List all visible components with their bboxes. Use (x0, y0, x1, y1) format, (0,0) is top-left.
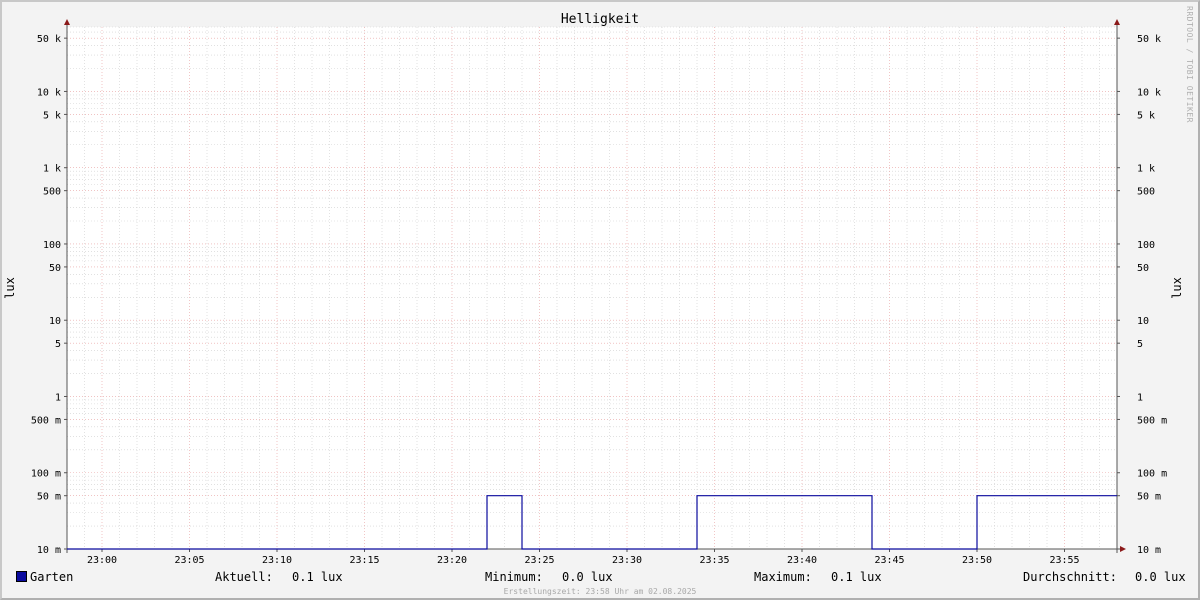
y-tick-label-left: 5 (55, 339, 61, 350)
legend: Garten Aktuell: 0.1 lux Minimum: 0.0 lux… (14, 570, 1186, 586)
y-tick-label-left: 10 k (37, 87, 61, 98)
creation-time-footer: Erstellungszeit: 23:58 Uhr am 02.08.2025 (503, 587, 697, 596)
chart-canvas: 50 k 50 k 10 k 10 k 5 k 5 k 1 k 1 k 500 500 100 100… (3, 12, 1184, 566)
x-tick-label: 23:10 (262, 555, 292, 566)
y-tick-label-right: 1 k (1137, 164, 1155, 175)
y-tick-label-right: 5 k (1137, 110, 1155, 121)
chart-title: Helligkeit (561, 12, 639, 27)
legend-min-value: 0.0 lux (562, 570, 613, 584)
y-tick-label-right: 10 k (1137, 87, 1161, 98)
y-tick-label-left: 10 (49, 316, 61, 327)
y-tick-label-right: 10 m (1137, 545, 1161, 556)
y-tick-label-left: 50 (49, 263, 61, 274)
x-tick-label: 23:20 (437, 555, 467, 566)
x-axis-arrow (1120, 546, 1126, 552)
y-tick-label-left: 500 (43, 187, 61, 198)
y-tick-label-right: 10 (1137, 316, 1149, 327)
y-tick-label-right: 500 m (1137, 415, 1167, 426)
y-axis-label-left: lux (3, 277, 17, 299)
x-tick-label: 23:40 (787, 555, 817, 566)
legend-max-label: Maximum: (754, 570, 812, 584)
y-tick-label-left: 1 k (43, 164, 61, 175)
y-tick-label-right: 50 m (1137, 492, 1161, 503)
legend-avg-label: Durchschnitt: (1023, 570, 1117, 584)
x-tick-label: 23:35 (699, 555, 729, 566)
y-axis-left-arrow (64, 19, 70, 25)
legend-series-name: Garten (30, 570, 74, 584)
x-tick-label: 23:45 (874, 555, 904, 566)
x-tick-label: 23:30 (612, 555, 642, 566)
x-tick-label: 23:25 (524, 555, 554, 566)
chart-frame: 50 k 50 k 10 k 10 k5 k5 k1 k1 k 500 500 100 100… (0, 0, 1200, 600)
y-tick-label-left: 500 m (31, 415, 61, 426)
x-tick-label: 23:05 (174, 555, 204, 566)
y-tick-label-left: 100 (43, 240, 61, 251)
legend-current-label: Aktuell: (215, 570, 273, 584)
y-axis-label-right: lux (1170, 277, 1184, 299)
y-tick-label-right: 100 (1137, 240, 1155, 251)
x-tick-label: 23:55 (1049, 555, 1079, 566)
legend-min-label: Minimum: (485, 570, 543, 584)
legend-max-value: 0.1 lux (831, 570, 882, 584)
y-tick-label-right: 1 (1137, 392, 1143, 403)
y-tick-label-left: 10 m (37, 545, 61, 556)
y-tick-label-right: 50 k (1137, 34, 1161, 45)
y-tick-label-right: 5 (1137, 339, 1143, 350)
legend-swatch-garten (16, 571, 27, 582)
y-tick-label-left: 1 (55, 392, 61, 403)
y-tick-label-right: 500 (1137, 187, 1155, 198)
y-tick-label-right: 50 (1137, 263, 1149, 274)
y-tick-label-left: 50 m (37, 492, 61, 503)
y-tick-label-left: 100 m (31, 469, 61, 480)
y-axis-right-arrow (1114, 19, 1120, 25)
legend-current-value: 0.1 lux (292, 570, 343, 584)
x-tick-label: 23:15 (349, 555, 379, 566)
rrdtool-watermark: RRDTOOL / TOBI OETIKER (1185, 6, 1194, 123)
x-tick-label: 23:50 (962, 555, 992, 566)
legend-avg-value: 0.0 lux (1135, 570, 1186, 584)
y-tick-label-left: 5 k (43, 110, 61, 121)
y-tick-label-right: 100 m (1137, 469, 1167, 480)
y-tick-label-left: 50 k (37, 34, 61, 45)
x-tick-label: 23:00 (87, 555, 117, 566)
